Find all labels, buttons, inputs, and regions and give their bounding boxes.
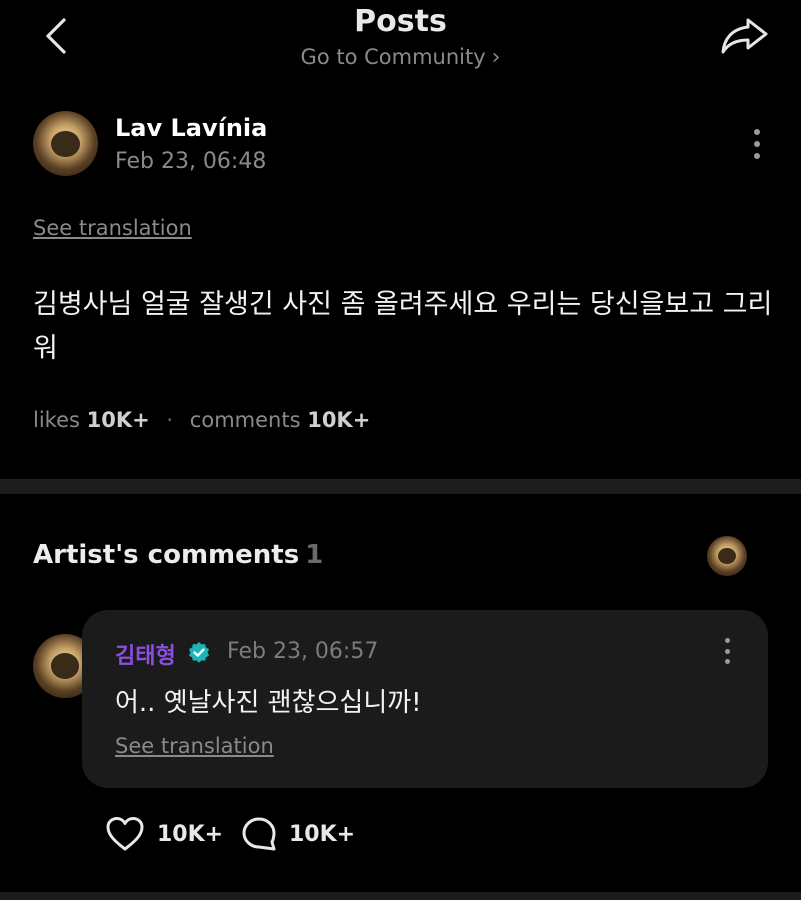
post-author-avatar[interactable] [33, 111, 98, 176]
comment-author-name[interactable]: 김태형 [115, 638, 176, 670]
comment-reply-button[interactable]: 10K+ [241, 815, 355, 853]
post-body-text: 김병사님 얼굴 잘생긴 사진 좀 올려주세요 우리는 당신을보고 그리워 [33, 289, 773, 364]
kebab-dot [754, 141, 760, 147]
comment-text: 어.. 옛날사진 괜찮으십니까! [115, 688, 422, 718]
avatar-dog-face [50, 653, 80, 679]
comments-label: comments [189, 408, 301, 432]
comment-like-count: 10K+ [157, 821, 224, 847]
likes-label: likes [33, 408, 80, 432]
comment-like-button[interactable]: 10K+ [105, 815, 223, 853]
section-divider [0, 479, 801, 494]
share-button[interactable] [718, 14, 770, 58]
chevron-right-icon: › [491, 45, 501, 70]
post-author-name[interactable]: Lav Lavínia [115, 114, 267, 142]
go-to-community-link[interactable]: Go to Community › [0, 45, 801, 70]
post-timestamp: Feb 23, 06:48 [115, 149, 267, 174]
comment-more-options-button[interactable] [721, 638, 733, 664]
kebab-dot [724, 638, 730, 643]
post-more-options-button[interactable] [750, 129, 764, 159]
avatar-dog-face [718, 548, 736, 564]
comments-count: 10K+ [307, 408, 371, 432]
avatar-dog-face [51, 130, 80, 157]
comment-see-translation-link[interactable]: See translation [115, 734, 274, 758]
comment-reply-count: 10K+ [289, 821, 356, 847]
post-detail-screen: Posts Go to Community › Lav Lavínia Feb 2… [0, 0, 801, 900]
bottom-divider [0, 892, 801, 900]
heart-icon [106, 817, 144, 851]
comment-timestamp: Feb 23, 06:57 [227, 639, 379, 664]
share-icon [721, 18, 768, 54]
artist-comments-avatar[interactable] [707, 536, 747, 576]
post-stats: likes 10K+ · comments 10K+ [33, 408, 370, 432]
community-link-label: Go to Community [300, 45, 486, 69]
artist-comments-count: 1 [305, 540, 324, 570]
kebab-dot [724, 648, 730, 654]
separator-dot: · [166, 408, 174, 432]
speech-bubble-icon [242, 817, 276, 851]
artist-comments-title: Artist's comments [33, 540, 300, 570]
kebab-dot [724, 659, 730, 664]
likes-count: 10K+ [86, 408, 150, 432]
post-see-translation-link[interactable]: See translation [33, 216, 192, 240]
page-title: Posts [354, 4, 447, 39]
top-bar: Posts Go to Community › [0, 0, 801, 90]
artist-comments-heading: Artist's comments 1 [33, 540, 323, 570]
verified-badge-icon [189, 642, 209, 663]
kebab-dot [754, 153, 760, 159]
kebab-dot [754, 129, 760, 135]
